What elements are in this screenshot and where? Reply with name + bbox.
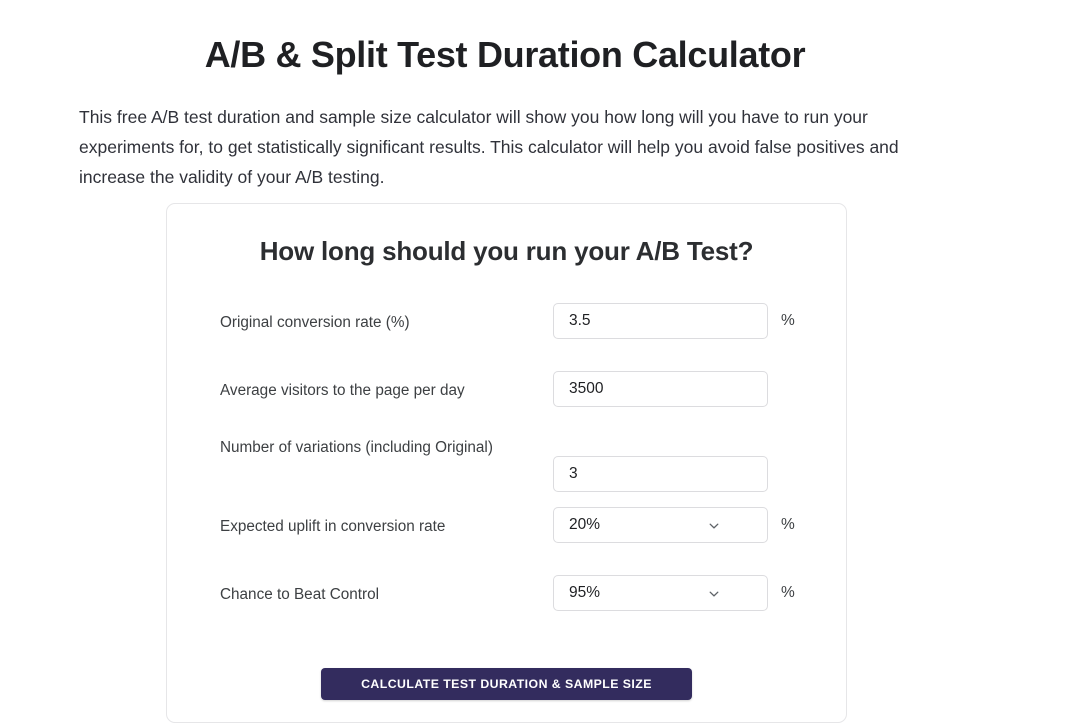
suffix-original-conversion-rate: % [781, 312, 795, 329]
field-row-chance-to-beat-control: Chance to Beat Control 95% % [167, 572, 846, 640]
input-original-conversion-rate[interactable]: 3.5 [553, 303, 768, 339]
input-average-visitors-per-day[interactable]: 3500 [553, 371, 768, 407]
field-row-number-of-variations: Number of variations (including Original… [167, 436, 846, 504]
select-expected-uplift[interactable]: 20% [553, 507, 768, 543]
input-value-original-conversion-rate: 3.5 [569, 312, 591, 329]
select-chance-to-beat-control[interactable]: 95% [553, 575, 768, 611]
chevron-down-icon [709, 521, 719, 531]
calculator-form: Original conversion rate (%) 3.5 % Avera… [167, 300, 846, 640]
select-value-expected-uplift: 20% [569, 516, 601, 533]
field-row-expected-uplift: Expected uplift in conversion rate 20% % [167, 504, 846, 572]
calculate-test-duration-button[interactable]: Calculate Test Duration & Sample Size [321, 668, 692, 700]
field-row-original-conversion-rate: Original conversion rate (%) 3.5 % [167, 300, 846, 368]
label-expected-uplift: Expected uplift in conversion rate [220, 518, 446, 535]
select-value-chance-to-beat-control: 95% [569, 584, 601, 601]
card-heading: How long should you run your A/B Test? [259, 236, 754, 266]
submit-button-container: Calculate Test Duration & Sample Size [167, 668, 846, 700]
input-number-of-variations[interactable]: 3 [553, 456, 768, 492]
calculator-card: How long should you run your A/B Test? O… [166, 203, 847, 723]
suffix-expected-uplift: % [781, 516, 795, 533]
calculator-page: A/B & Split Test Duration Calculator Thi… [0, 0, 1077, 723]
input-value-number-of-variations: 3 [569, 465, 578, 482]
chevron-down-icon [709, 589, 719, 599]
label-number-of-variations: Number of variations (including Original… [220, 439, 493, 456]
intro-paragraph: This free A/B test duration and sample s… [79, 106, 899, 187]
input-value-average-visitors-per-day: 3500 [569, 380, 604, 397]
page-title: A/B & Split Test Duration Calculator [204, 34, 806, 76]
label-chance-to-beat-control: Chance to Beat Control [220, 586, 380, 603]
suffix-chance-to-beat-control: % [781, 584, 795, 601]
field-row-average-visitors-per-day: Average visitors to the page per day 350… [167, 368, 846, 436]
label-average-visitors-per-day: Average visitors to the page per day [220, 382, 465, 399]
label-original-conversion-rate: Original conversion rate (%) [220, 314, 410, 331]
